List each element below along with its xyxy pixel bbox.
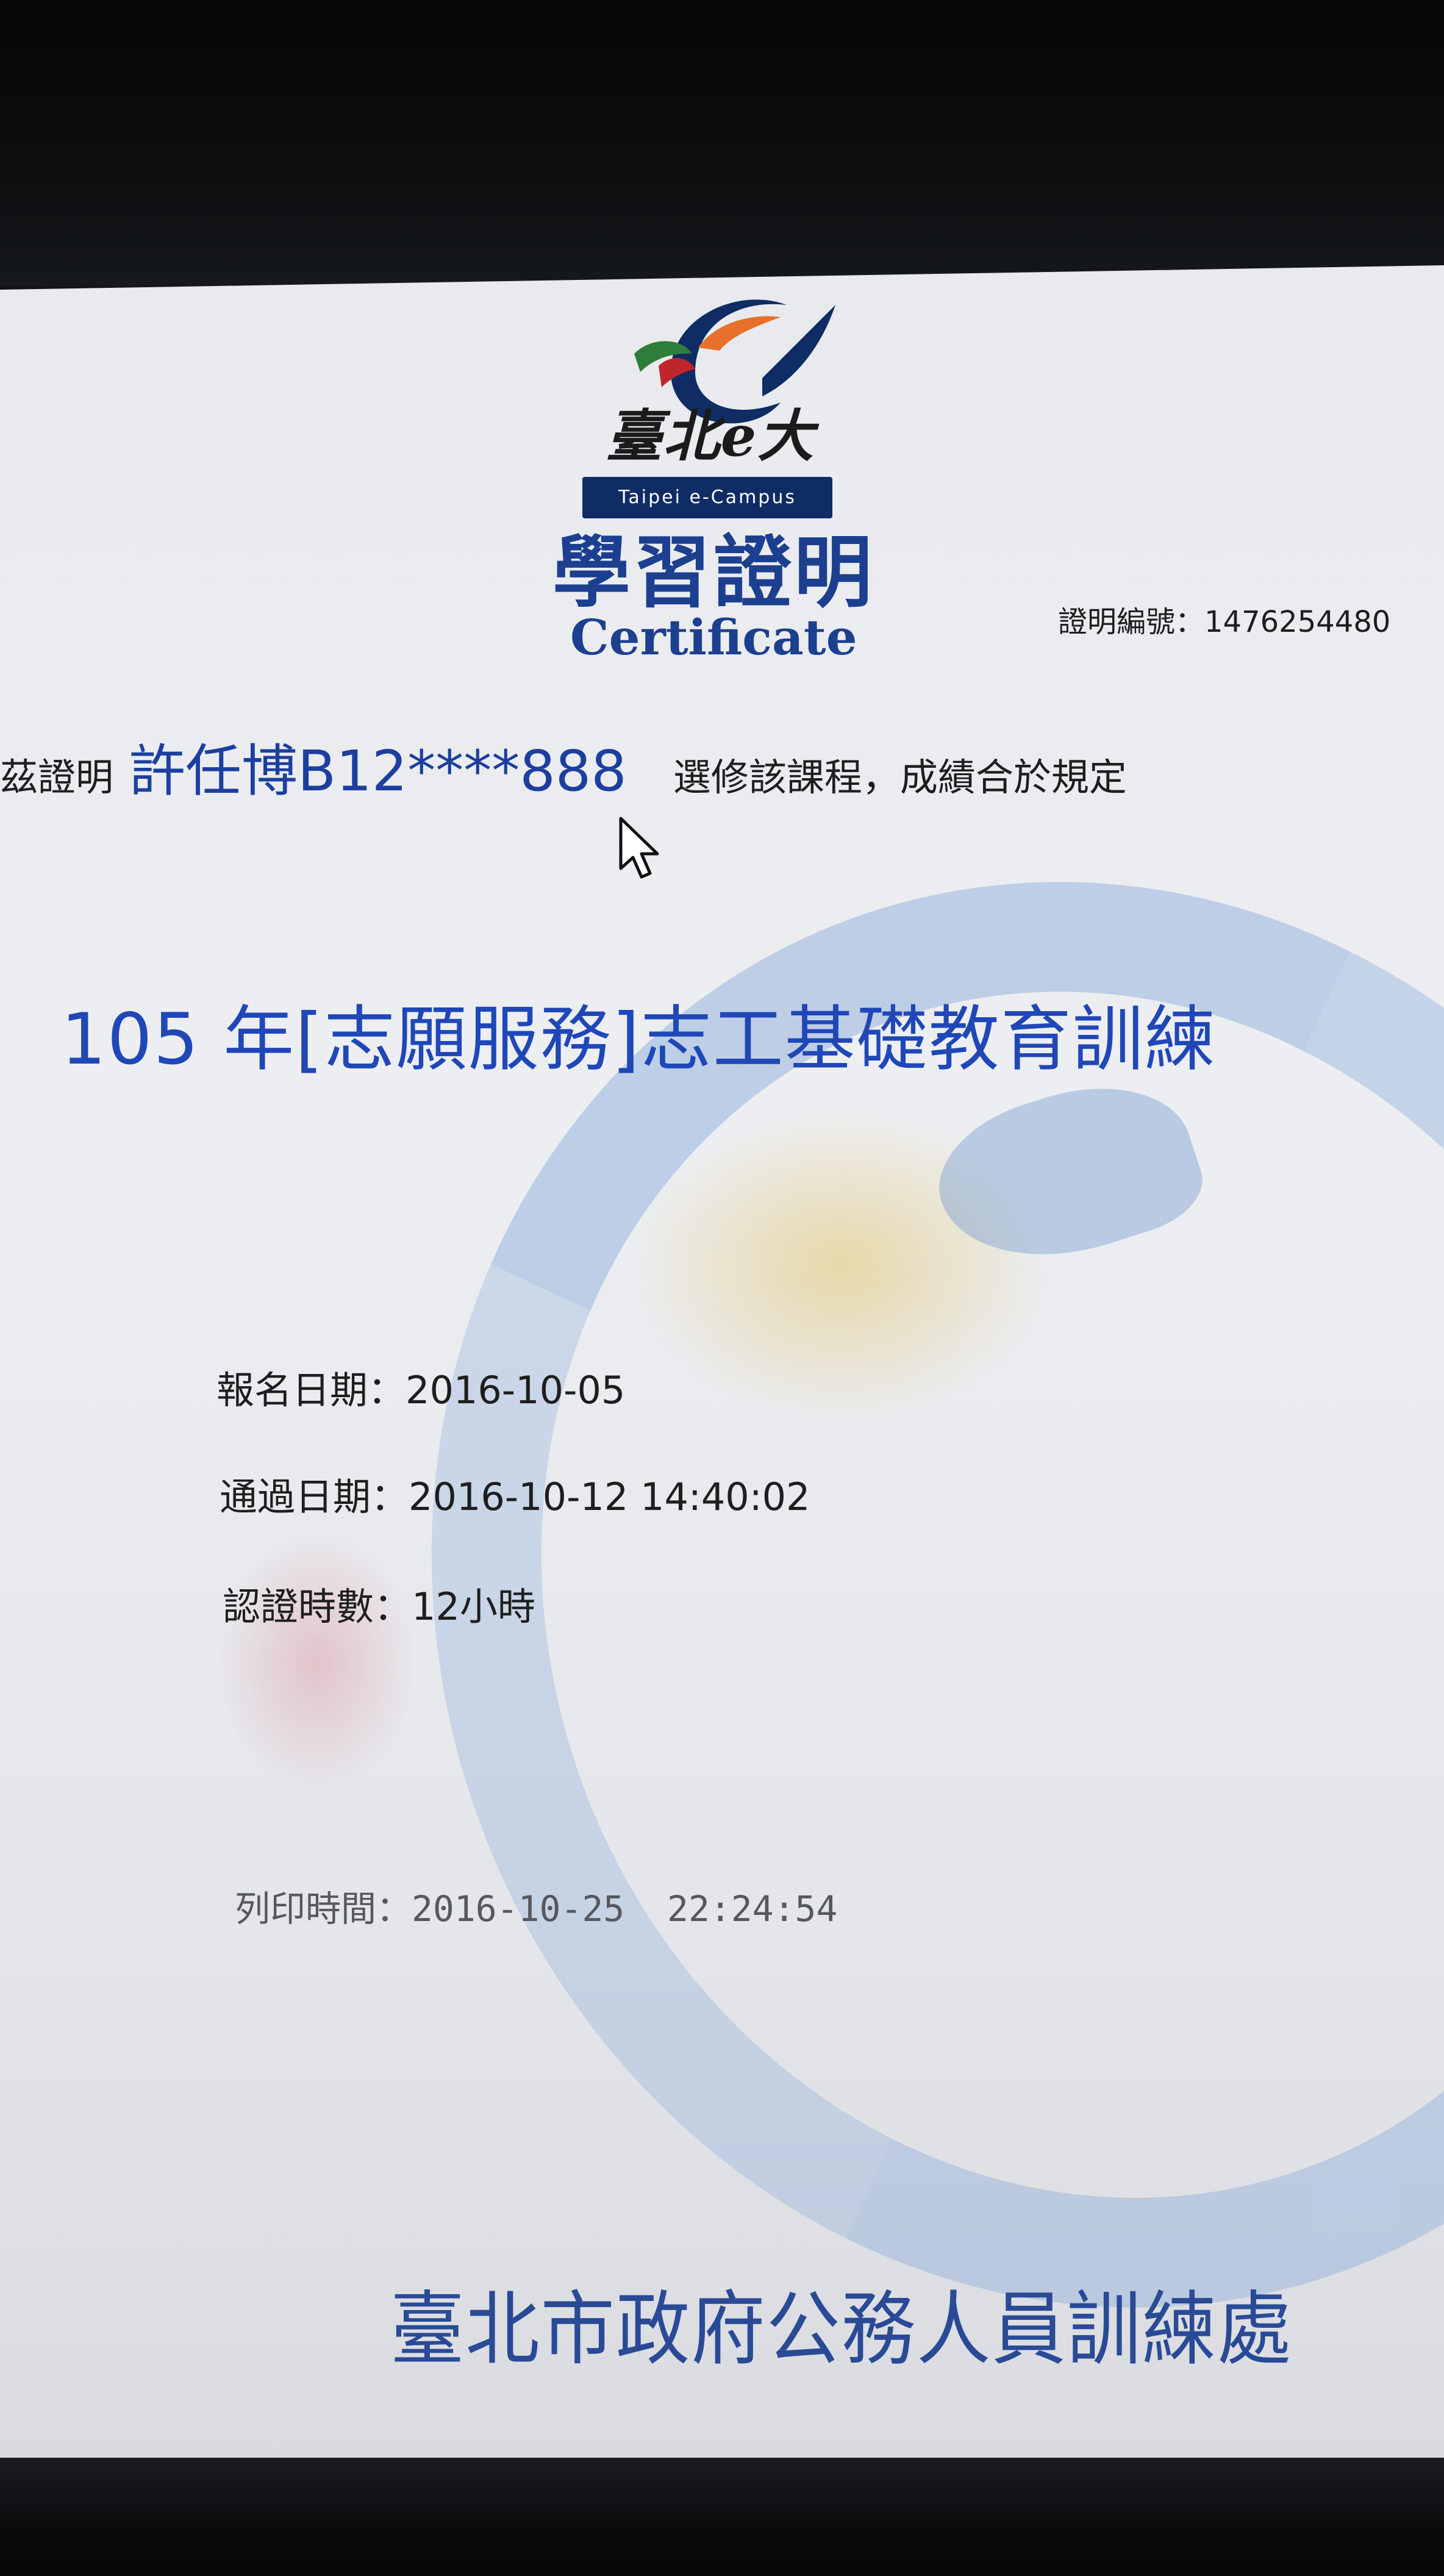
recipient-name: 許任博B12****888 [129,739,627,804]
certified-hours-row: 認證時數：12小時 [223,1580,1076,1634]
print-time-label: 列印時間： [235,1888,412,1930]
course-title: 105 年[志願服務]志工基礎教育訓練 [61,998,1217,1081]
certificate-title-en: Certificate [570,609,857,666]
signup-date-row: 報名日期：2016-10-05 [216,1363,1070,1418]
issuing-agency: 臺北市政府公務人員訓練處 [390,2283,1293,2377]
logo-bar-text: Taipei e-Campus [582,477,832,518]
certificate-number: 證明編號：1476254480 [1058,601,1424,643]
mouse-pointer-icon [619,817,659,879]
signup-date-value: 2016-10-05 [406,1368,626,1412]
signup-date-label: 報名日期： [216,1368,406,1412]
pass-date-label: 通過日期： [220,1475,409,1519]
pass-date-row: 通過日期：2016-10-12 14:40:02 [220,1470,1073,1525]
certified-hours-label: 認證時數： [223,1584,412,1629]
certificate-number-label: 證明編號： [1058,605,1205,639]
pass-date-value: 2016-10-12 14:40:02 [409,1475,810,1519]
print-time-row: 列印時間：2016-10-25 22:24:54 [235,1881,1028,1936]
certification-statement: 茲證明 許任博B12****888 選修該課程，成績合於規定 [0,732,1342,811]
statement-prefix: 茲證明 [0,755,114,800]
logo-script-text: 臺北e大 [606,403,815,469]
print-time-value: 2016-10-25 22:24:54 [412,1888,838,1930]
watermark-ring [232,693,1444,2461]
certified-hours-value: 12小時 [412,1584,535,1629]
photo-of-screen: 臺北e大 Taipei e-Campus 學習證明 Certificate 證明… [0,0,1444,2576]
watermark-pink-patch [220,1534,415,1790]
monitor-bezel-top [0,0,1444,287]
certificate-number-value: 1476254480 [1204,605,1391,639]
monitor-bezel-bottom [0,2458,1444,2576]
statement-suffix: 選修該課程，成績合於規定 [673,755,1127,800]
